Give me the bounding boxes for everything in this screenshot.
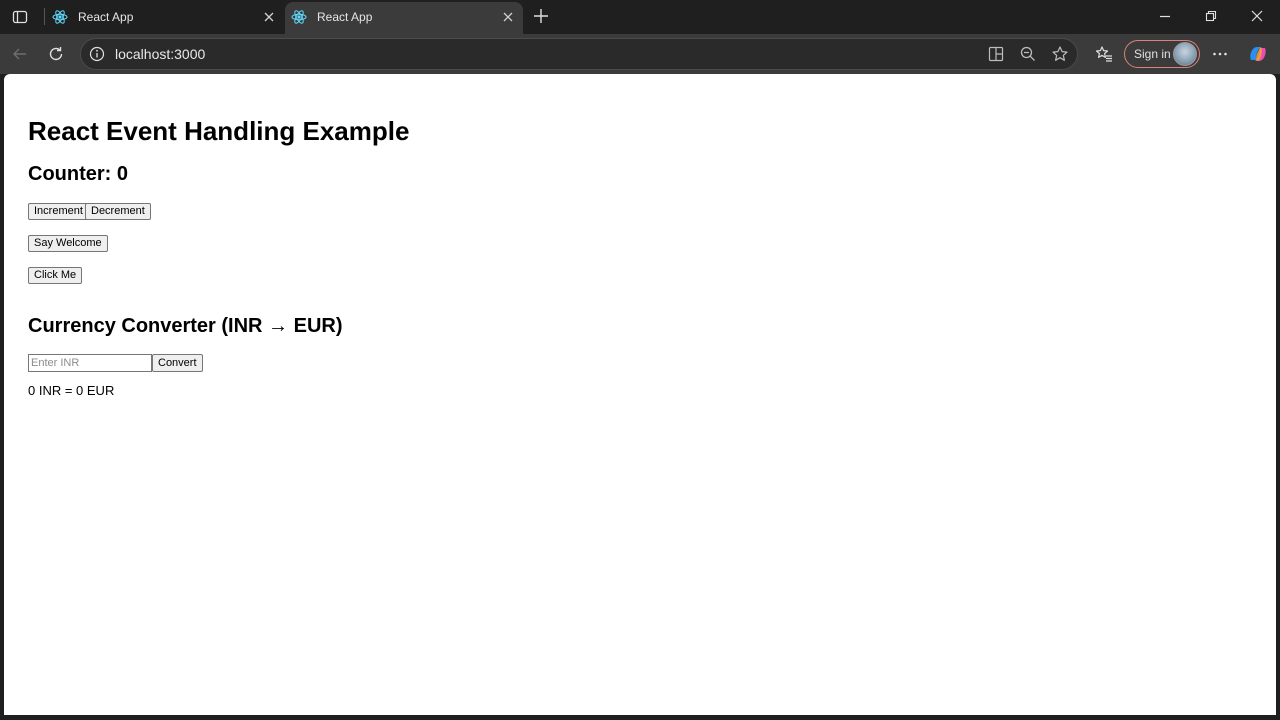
back-icon[interactable] bbox=[8, 42, 32, 66]
app-available-icon[interactable] bbox=[984, 42, 1008, 66]
tab-strip: React App React App bbox=[0, 0, 1280, 34]
counter-display: Counter: 0 bbox=[28, 163, 128, 185]
browser-toolbar: localhost:3000 Sign in bbox=[0, 34, 1280, 74]
page-title: React Event Handling Example bbox=[28, 116, 410, 146]
address-bar[interactable]: localhost:3000 bbox=[80, 38, 1078, 70]
restore-icon[interactable] bbox=[1200, 5, 1222, 27]
plus-icon[interactable] bbox=[530, 5, 552, 27]
info-icon[interactable] bbox=[89, 46, 105, 62]
increment-button[interactable]: Increment bbox=[28, 203, 89, 220]
tab-react-app-1[interactable]: React App bbox=[46, 2, 284, 34]
sign-in-label: Sign in bbox=[1134, 47, 1171, 61]
minimize-icon[interactable] bbox=[1154, 5, 1176, 27]
tab-title: React App bbox=[317, 10, 373, 24]
close-icon[interactable] bbox=[262, 10, 276, 24]
favorite-star-icon[interactable] bbox=[1048, 42, 1072, 66]
url-text[interactable]: localhost:3000 bbox=[115, 46, 205, 62]
avatar bbox=[1173, 42, 1197, 66]
more-icon[interactable] bbox=[1208, 42, 1232, 66]
decrement-button[interactable]: Decrement bbox=[85, 203, 151, 220]
click-me-button[interactable]: Click Me bbox=[28, 267, 83, 284]
reload-icon[interactable] bbox=[44, 42, 68, 66]
tab-separator bbox=[44, 8, 45, 25]
react-favicon-icon bbox=[52, 9, 68, 25]
tab-actions-icon[interactable] bbox=[8, 5, 32, 29]
say-welcome-button[interactable]: Say Welcome bbox=[28, 235, 108, 252]
favorites-icon[interactable] bbox=[1092, 42, 1116, 66]
convert-button[interactable]: Convert bbox=[152, 354, 203, 372]
window-bottom-edge bbox=[0, 715, 1280, 720]
tab-react-app-2[interactable]: React App bbox=[285, 2, 523, 34]
conversion-result: 0 INR = 0 EUR bbox=[28, 383, 115, 398]
tab-title: React App bbox=[78, 10, 134, 24]
inr-input[interactable] bbox=[28, 354, 152, 372]
close-icon[interactable] bbox=[501, 10, 515, 24]
zoom-out-icon[interactable] bbox=[1016, 42, 1040, 66]
converter-heading: Currency Converter (INR → EUR) bbox=[28, 315, 343, 337]
copilot-icon[interactable] bbox=[1246, 42, 1270, 66]
window-close-icon[interactable] bbox=[1246, 5, 1268, 27]
sign-in-button[interactable]: Sign in bbox=[1124, 40, 1200, 68]
react-favicon-icon bbox=[291, 9, 307, 25]
page-viewport: React Event Handling Example Counter: 0 … bbox=[4, 74, 1276, 715]
